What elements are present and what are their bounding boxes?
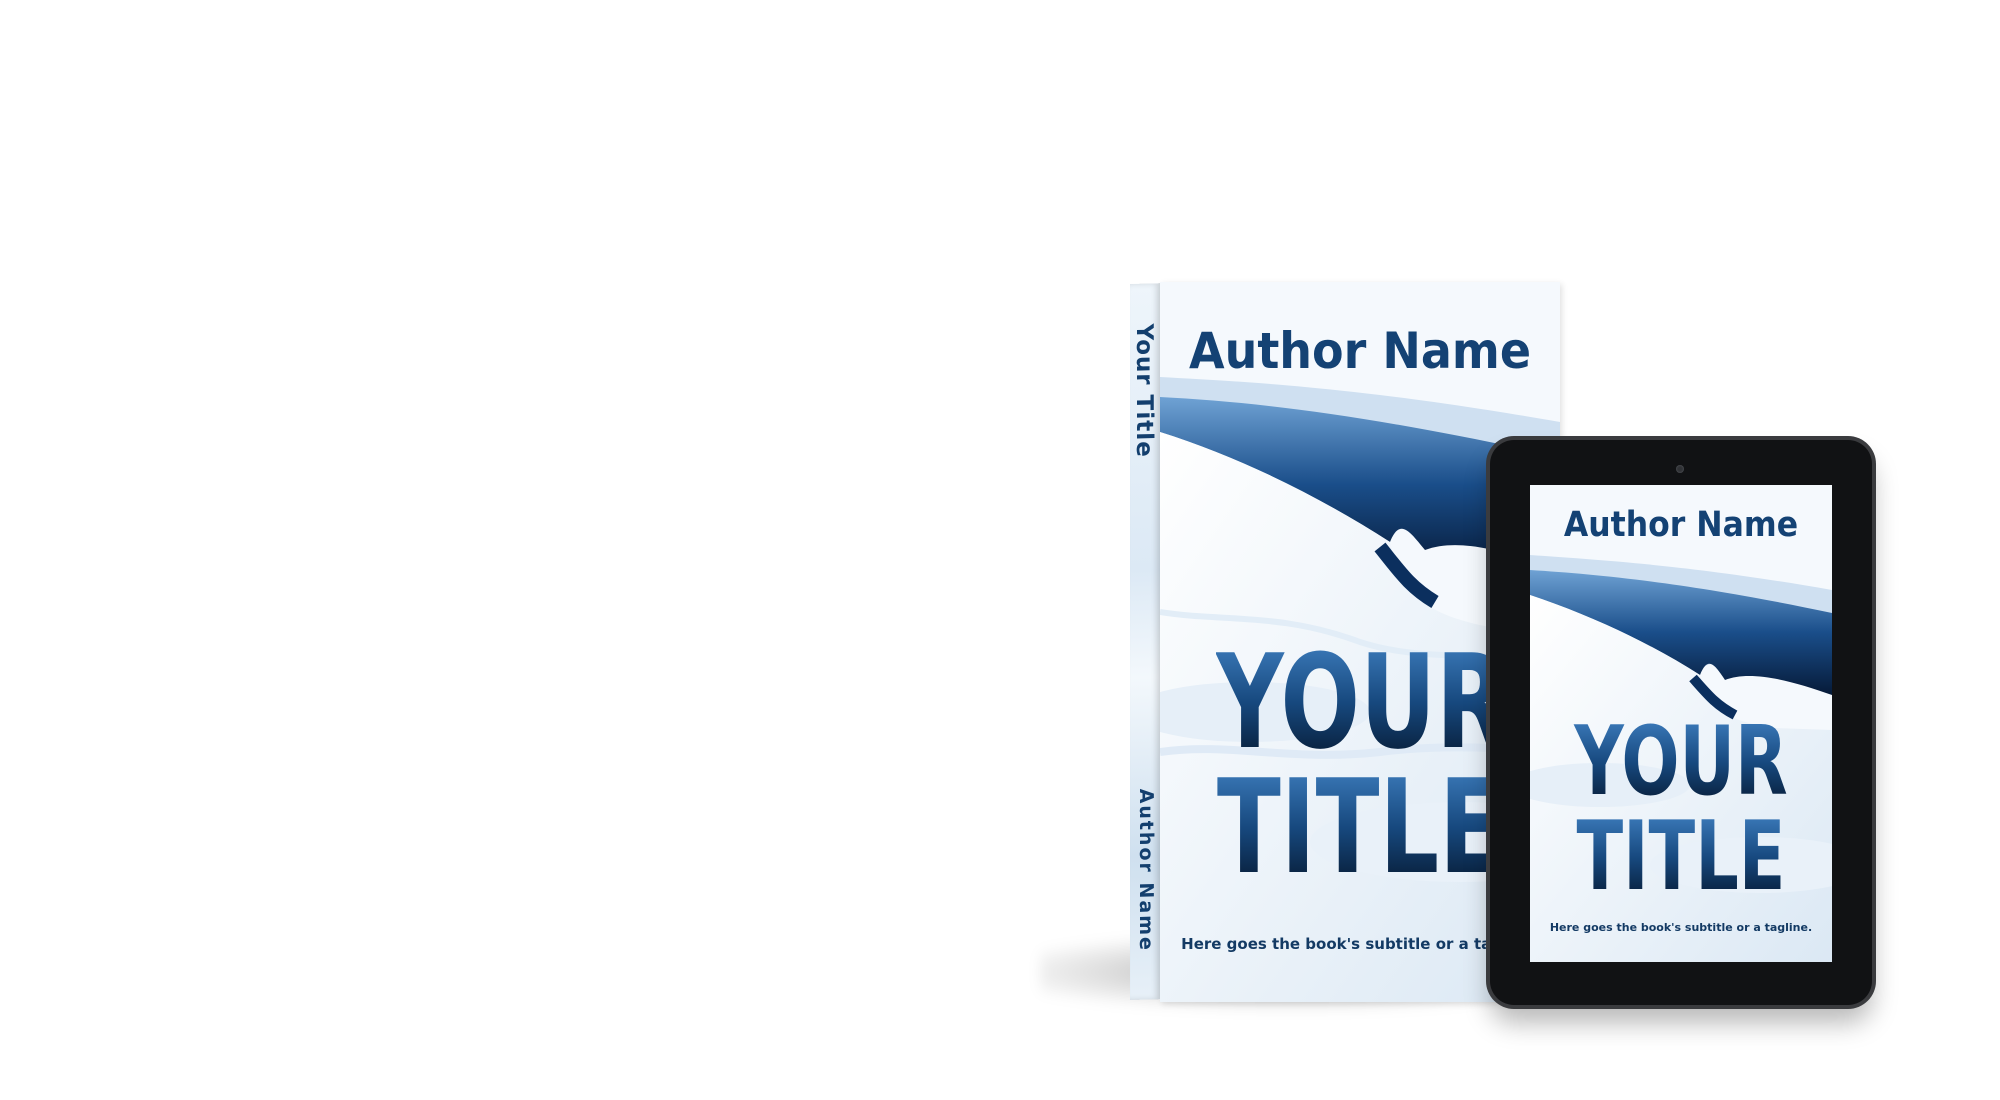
ebook-subtitle: Here goes the book's subtitle or a tagli… [1549, 921, 1813, 934]
book-spine: Your Title Author Name [1130, 283, 1160, 1000]
mockup-stage: Your Title Author Name Author Name YOUR … [0, 0, 2000, 1100]
spine-author: Author Name [1135, 788, 1157, 953]
camera-icon [1676, 465, 1684, 473]
spine-title: Your Title [1131, 323, 1157, 459]
cover-author-name: Author Name [1188, 322, 1532, 380]
ebook-title-line-2: TITLE [1572, 810, 1789, 905]
ebook-author-name: Author Name [1563, 505, 1799, 545]
cover-title-line-2: TITLE [1216, 751, 1504, 903]
ebook-tablet: Author Name YOUR TITLE Here goes the boo… [1490, 440, 1872, 1005]
cover-title-line-1: YOUR [1216, 626, 1509, 778]
ebook-title-line-1: YOUR [1574, 707, 1788, 817]
tablet-screen-cover: Author Name YOUR TITLE Here goes the boo… [1530, 485, 1832, 962]
